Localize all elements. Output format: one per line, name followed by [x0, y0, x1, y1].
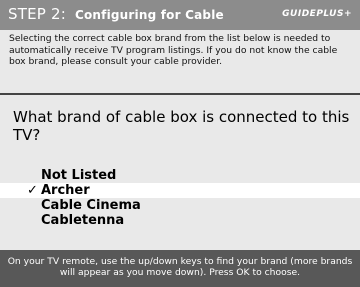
list-item-label: Not Listed [41, 168, 117, 183]
footer-hint-line: will appear as you move down). Press OK … [59, 267, 301, 278]
list-item-cabletenna[interactable]: Cabletenna [0, 213, 360, 228]
instructions-line: Selecting the correct cable box brand fr… [9, 33, 331, 44]
instructions-line: box brand, please consult your cable pro… [9, 56, 223, 67]
checkmark-icon: ✓ [27, 183, 38, 198]
divider [0, 93, 360, 95]
list-item-not-listed[interactable]: Not Listed [0, 168, 360, 183]
step-subtitle: Configuring for Cable [74, 8, 224, 22]
header-bar: STEP 2: Configuring for Cable GUIDEPLUS+ [0, 0, 360, 30]
instructions-text: Selecting the correct cable box brand fr… [9, 33, 354, 68]
tv-setup-screen: STEP 2: Configuring for Cable GUIDEPLUS+… [0, 0, 360, 287]
list-item-archer[interactable]: ✓ Archer [0, 183, 360, 198]
cable-brand-list[interactable]: Not Listed ✓ Archer Cable Cinema Cablete… [0, 168, 360, 228]
list-item-label: Archer [41, 183, 90, 198]
footer-hint-line: On your TV remote, use the up/down keys … [7, 256, 353, 267]
list-item-label: Cabletenna [41, 213, 125, 228]
footer-hint-text: On your TV remote, use the up/down keys … [0, 256, 360, 278]
instructions-line: automatically receive TV program listing… [9, 44, 338, 56]
footer-hint-bar: On your TV remote, use the up/down keys … [0, 250, 360, 287]
list-item-label: Cable Cinema [41, 198, 141, 213]
question-heading: What brand of cable box is connected to … [13, 108, 350, 144]
step-title: STEP 2: Configuring for Cable [8, 5, 224, 23]
list-item-cable-cinema[interactable]: Cable Cinema [0, 198, 360, 213]
step-number: STEP 2: [8, 5, 66, 23]
guide-plus-logo: GUIDEPLUS+ [282, 9, 352, 19]
